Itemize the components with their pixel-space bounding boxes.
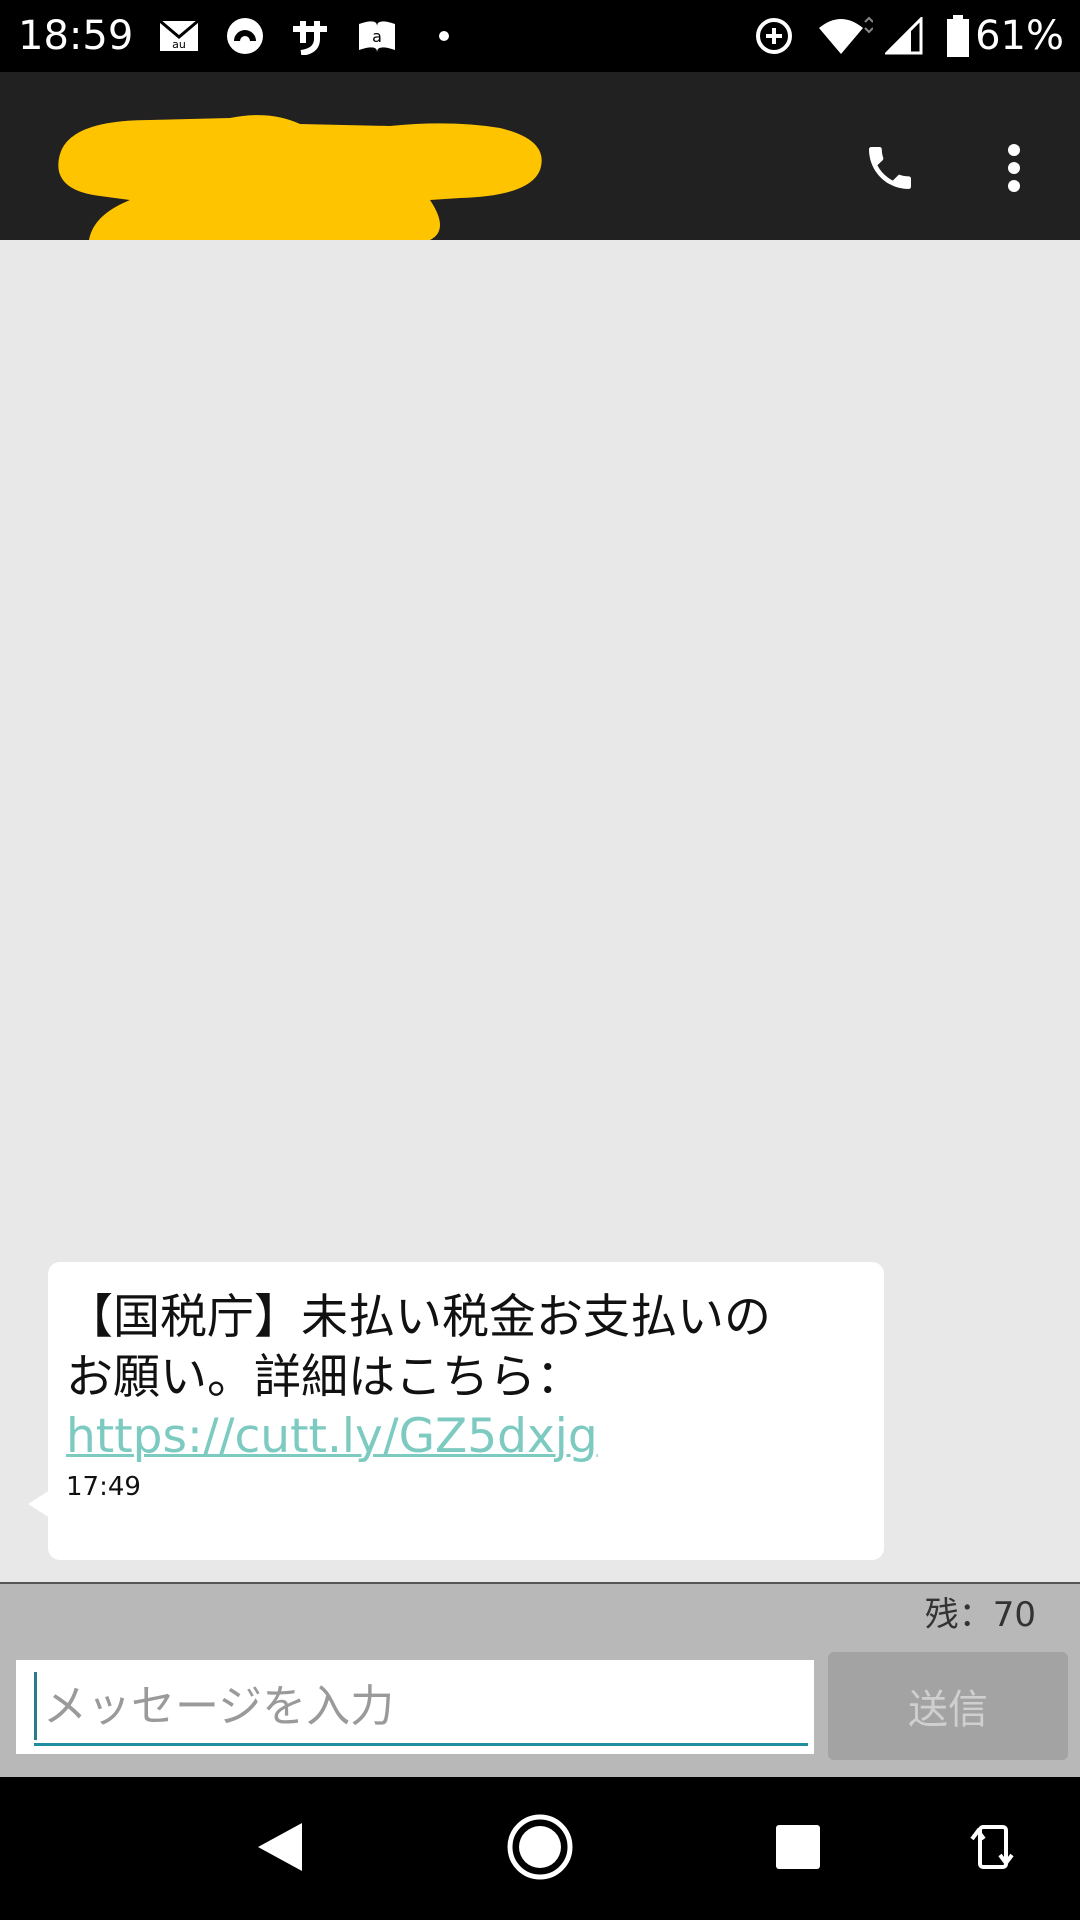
bubble-tail	[28, 1490, 50, 1518]
signal-icon	[884, 14, 924, 58]
input-underline	[34, 1743, 808, 1746]
remaining-counter: 残：70	[925, 1590, 1036, 1640]
send-button[interactable]: 送信	[828, 1652, 1068, 1760]
message-link[interactable]: https://cutt.ly/GZ5dxjg	[66, 1408, 598, 1466]
back-icon	[254, 1819, 306, 1879]
amazon-icon: a	[356, 14, 398, 58]
battery-percent: 61%	[975, 13, 1064, 59]
rotate-button[interactable]	[942, 1799, 1042, 1899]
mail-au-icon: au	[158, 14, 200, 58]
conversation-area[interactable]: 【国税庁】未払い税金お支払いのお願い。詳細はこちら： https://cutt.…	[0, 240, 1080, 1582]
status-time: 18:59	[18, 13, 134, 59]
composer-bar: 残：70 送信	[0, 1582, 1080, 1779]
status-bar: 18:59 au a 61%	[0, 0, 1080, 72]
home-icon	[506, 1813, 574, 1885]
message-time: 17:49	[66, 1472, 141, 1502]
message-input-box[interactable]	[16, 1660, 814, 1754]
navigation-bar	[0, 1777, 1080, 1920]
call-button[interactable]	[840, 120, 940, 220]
recents-icon	[774, 1823, 822, 1875]
svg-text:a: a	[372, 27, 382, 46]
sa-icon	[288, 14, 332, 58]
wifi-icon	[816, 14, 874, 58]
data-saver-icon	[752, 14, 796, 58]
battery-icon	[944, 14, 972, 58]
svg-text:au: au	[172, 38, 186, 51]
sync-icon	[224, 14, 266, 58]
phone-icon	[862, 140, 918, 200]
dot-icon	[434, 14, 454, 58]
more-options-button[interactable]	[964, 120, 1064, 220]
message-input[interactable]	[34, 1672, 802, 1740]
recents-button[interactable]	[748, 1799, 848, 1899]
remaining-count: 70	[992, 1595, 1036, 1635]
message-text: 【国税庁】未払い税金お支払いのお願い。詳細はこちら：	[66, 1290, 771, 1405]
more-vert-icon	[1004, 140, 1024, 200]
home-button[interactable]	[490, 1799, 590, 1899]
rotate-icon	[966, 1817, 1018, 1881]
message-bubble[interactable]: 【国税庁】未払い税金お支払いのお願い。詳細はこちら： https://cutt.…	[28, 1262, 884, 1560]
remaining-label: 残：	[924, 1595, 993, 1635]
back-button[interactable]	[230, 1799, 330, 1899]
